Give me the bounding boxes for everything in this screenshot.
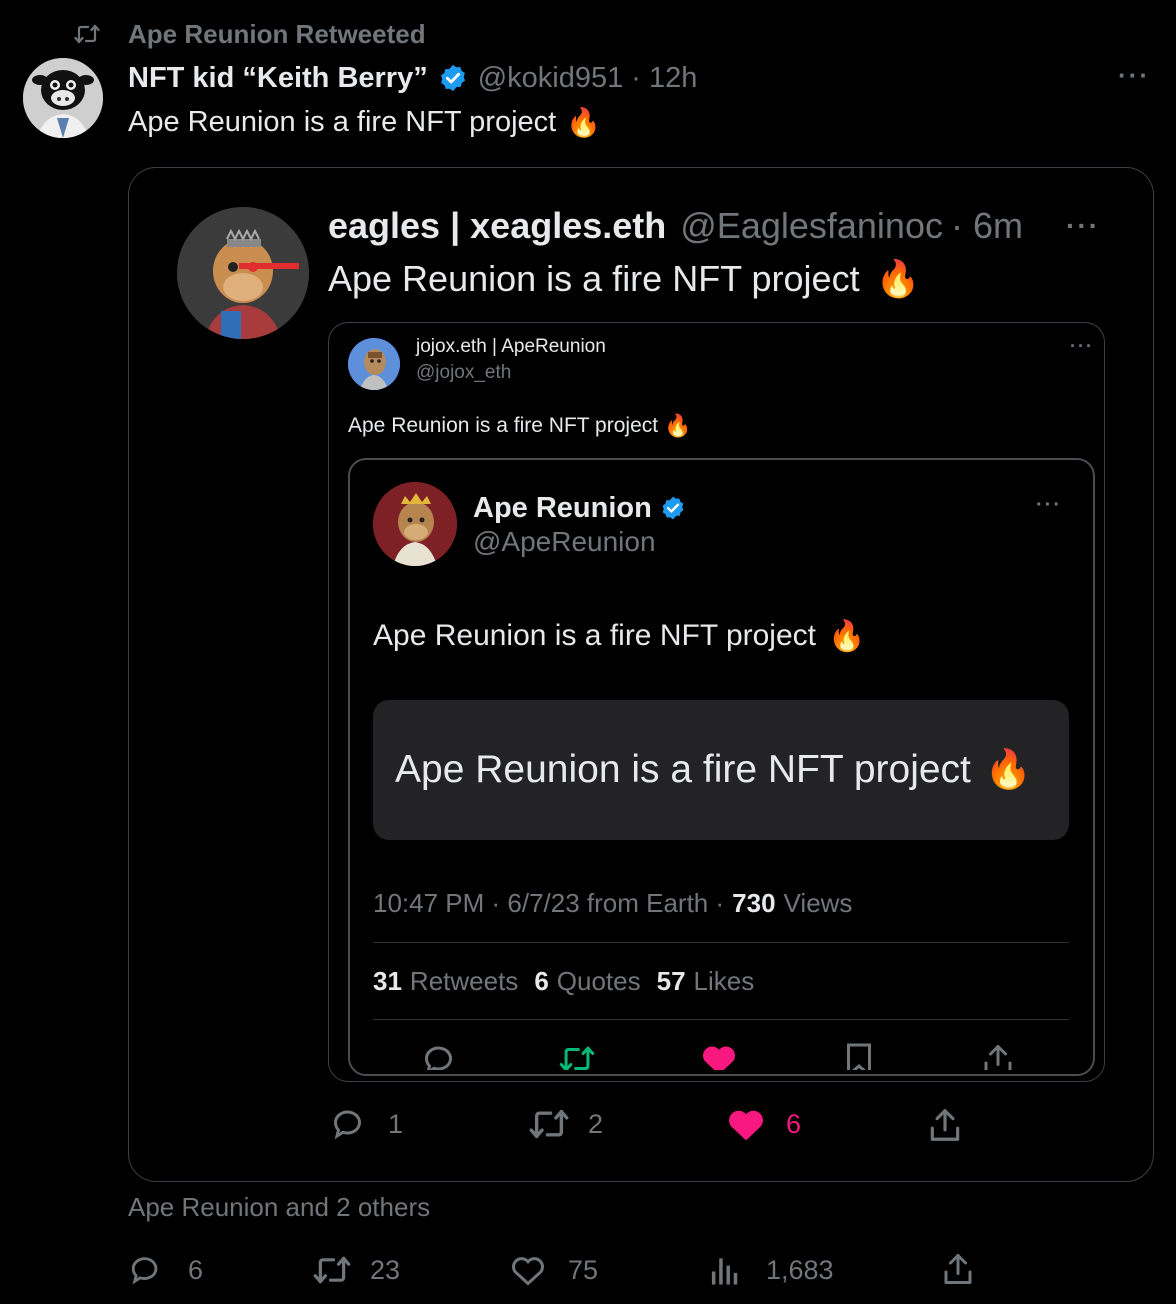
retweet-icon[interactable] (558, 1044, 596, 1070)
like-icon[interactable] (510, 1253, 546, 1287)
share-icon[interactable] (980, 1042, 1016, 1070)
verified-icon (660, 495, 686, 521)
quote3-views-count: 730 (732, 887, 776, 918)
retweet-icon (74, 23, 102, 45)
main-tweet-more-icon[interactable]: ··· (1118, 60, 1150, 91)
quote3-handle[interactable]: @ApeReunion (473, 526, 656, 558)
retweet-banner[interactable]: Ape Reunion Retweeted (74, 18, 426, 50)
like-icon[interactable] (726, 1106, 766, 1142)
main-views-action[interactable]: 1,683 (710, 1250, 834, 1290)
share-icon[interactable] (926, 1106, 964, 1144)
quote3-likes-count[interactable]: 57 (657, 966, 686, 997)
quote3-meta: 10:47 PM · 6/7/23 from Earth · 730 Views (373, 886, 852, 920)
quote3-likes-label[interactable]: Likes (694, 966, 755, 997)
main-tweet-text: Ape Reunion is a fire NFT project (128, 105, 557, 138)
quote3-text: Ape Reunion is a fire NFT project (373, 619, 816, 652)
quote1-retweet-action[interactable]: 2 (528, 1104, 603, 1144)
main-tweet-display-name[interactable]: NFT kid “Keith Berry” (128, 62, 428, 95)
quote3-avatar[interactable] (373, 482, 457, 566)
share-icon[interactable] (940, 1251, 976, 1287)
quote1-retweet-count: 2 (588, 1108, 604, 1139)
quote1-more-icon[interactable]: ··· (1066, 210, 1100, 242)
quote3-display-name[interactable]: Ape Reunion (473, 492, 652, 525)
quote1-reply-count: 1 (388, 1108, 404, 1139)
divider (373, 1019, 1069, 1020)
main-tweet-avatar[interactable] (23, 58, 103, 138)
views-icon[interactable] (710, 1254, 740, 1286)
quote2-avatar[interactable] (348, 338, 400, 390)
main-like-count: 75 (568, 1254, 599, 1285)
main-reply-action[interactable]: 6 (128, 1250, 203, 1290)
main-retweet-action[interactable]: 23 (312, 1250, 400, 1290)
verified-icon (438, 63, 468, 93)
quote3-header: Ape Reunion (473, 490, 686, 526)
quote2-text-row: Ape Reunion is a fire NFT project 🔥 (348, 411, 692, 441)
quote1-display-name[interactable]: eagles | xeagles.eth (328, 205, 666, 247)
main-views-count: 1,683 (766, 1254, 834, 1285)
quote1-like-count: 6 (786, 1108, 802, 1139)
quote3-retweets-label[interactable]: Retweets (410, 966, 518, 997)
retweet-icon[interactable] (528, 1107, 570, 1141)
quote3-quotes-count[interactable]: 6 (534, 966, 548, 997)
like-icon[interactable] (700, 1042, 738, 1070)
quote1-reply-action[interactable]: 1 (330, 1104, 403, 1144)
reply-icon[interactable] (422, 1042, 458, 1070)
reply-icon[interactable] (128, 1253, 164, 1287)
main-tweet-time[interactable]: · 12h (631, 62, 697, 95)
retweet-banner-text: Ape Reunion Retweeted (128, 18, 426, 49)
reply-icon[interactable] (330, 1106, 368, 1142)
quote1-text: Ape Reunion is a fire NFT project (328, 258, 860, 299)
social-context[interactable]: Ape Reunion and 2 others (128, 1192, 430, 1223)
quote3-card-text: Ape Reunion is a fire NFT project (395, 748, 971, 791)
main-tweet-text-row: Ape Reunion is a fire NFT project 🔥 (128, 102, 601, 142)
main-like-action[interactable]: 75 (510, 1250, 598, 1290)
quote1-header: eagles | xeagles.eth @Eaglesfaninoc · 6m (328, 204, 1023, 248)
main-retweet-count: 23 (370, 1254, 401, 1285)
quote1-avatar[interactable] (177, 207, 309, 339)
quote3-retweets-count[interactable]: 31 (373, 966, 402, 997)
fire-emoji: 🔥 (664, 413, 692, 438)
fire-emoji: 🔥 (875, 258, 921, 299)
quote3-actions (348, 1040, 1091, 1070)
quote3-views-label: Views (783, 887, 853, 918)
quote2-handle[interactable]: @jojox_eth (416, 362, 511, 384)
quote3-timestamp[interactable]: 10:47 PM · 6/7/23 from Earth · (373, 888, 724, 919)
quote3-quotes-label[interactable]: Quotes (557, 966, 641, 997)
quote1-like-action[interactable]: 6 (726, 1104, 801, 1144)
quote2-text: Ape Reunion is a fire NFT project (348, 414, 659, 437)
bookmark-icon[interactable] (844, 1042, 874, 1070)
quote1-handle[interactable]: @Eaglesfaninoc (680, 205, 943, 247)
quote3-text-row: Ape Reunion is a fire NFT project 🔥 (373, 616, 865, 656)
main-reply-count: 6 (188, 1254, 204, 1285)
quote1-time[interactable]: · 6m (951, 205, 1023, 247)
quote3-text-card: Ape Reunion is a fire NFT project 🔥 (373, 700, 1069, 840)
main-tweet-handle[interactable]: @kokid951 (478, 62, 624, 95)
quote3-more-icon[interactable]: ··· (1036, 494, 1062, 517)
divider (373, 942, 1069, 943)
main-tweet-header: NFT kid “Keith Berry” @kokid951 · 12h (128, 58, 697, 98)
fire-emoji: 🔥 (827, 619, 866, 653)
quote2-more-icon[interactable]: ··· (1070, 336, 1094, 357)
fire-emoji: 🔥 (984, 749, 1033, 791)
quote3-stats: 31 Retweets 6 Quotes 57 Likes (373, 964, 754, 998)
fire-emoji: 🔥 (566, 106, 602, 138)
quote1-text-row: Ape Reunion is a fire NFT project 🔥 (328, 256, 920, 302)
retweet-icon[interactable] (312, 1254, 352, 1286)
quote2-display-name[interactable]: jojox.eth | ApeReunion (416, 336, 606, 358)
